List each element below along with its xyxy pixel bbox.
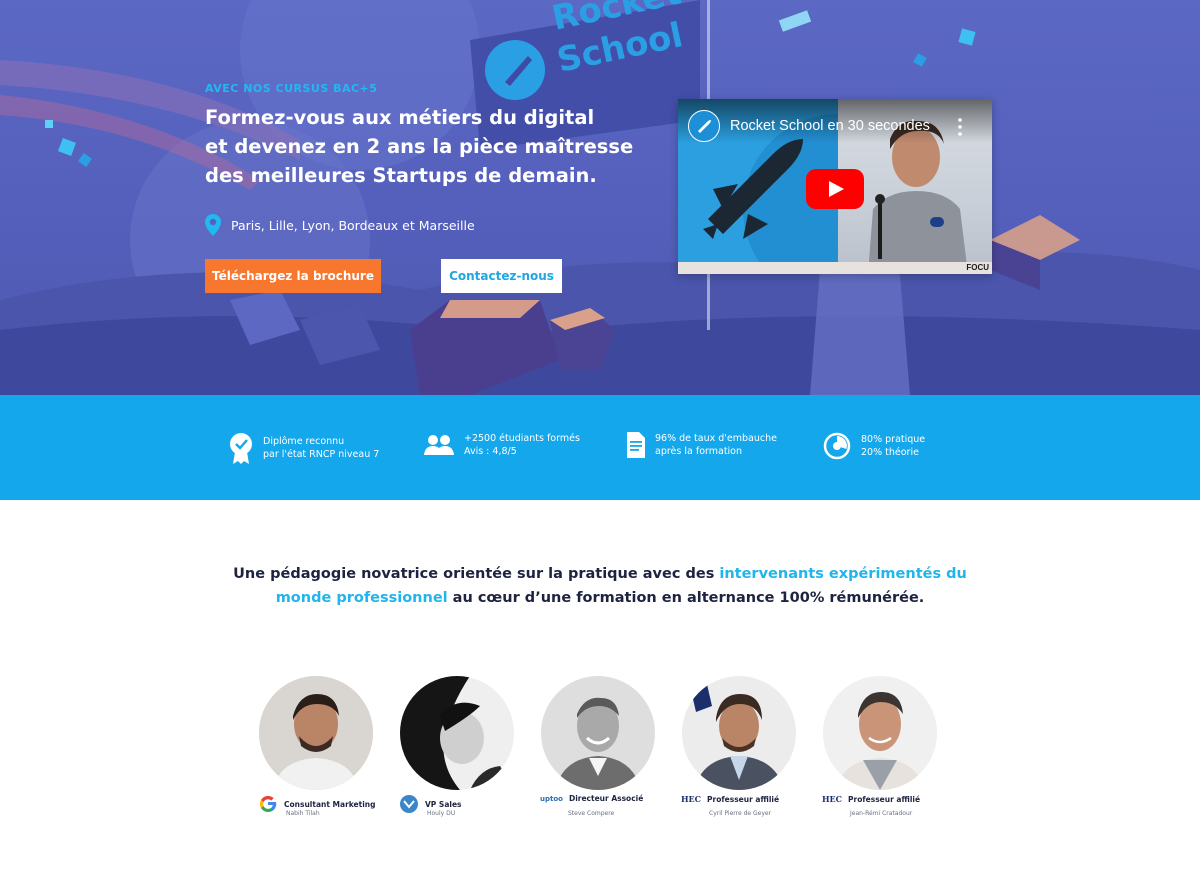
- channel-rocket-icon: [698, 120, 711, 133]
- document-icon: [627, 432, 645, 458]
- speaker-photo[interactable]: [823, 676, 937, 790]
- speaker-name: Cyril Pierre de Geyer: [709, 810, 772, 817]
- video-title[interactable]: Rocket School en 30 secondes: [730, 118, 930, 134]
- location-text: Paris, Lille, Lyon, Bordeaux et Marseill…: [231, 217, 475, 233]
- speaker-card[interactable]: HEC Professeur affilié Jean-Rémi Cratado…: [822, 676, 952, 817]
- avatar: [400, 676, 514, 790]
- speaker-role: VP Sales: [425, 799, 462, 809]
- speaker-photo[interactable]: [259, 676, 373, 790]
- more-options-icon[interactable]: [954, 117, 966, 137]
- pedagogy-highlight-b: monde professionnel: [275, 590, 448, 606]
- avatar: [823, 676, 937, 790]
- uptoo-logo: uptoo: [540, 794, 563, 803]
- google-logo-icon: [259, 795, 277, 812]
- headline-line-2: et devenez en 2 ans la pièce maîtresse: [205, 135, 634, 158]
- stat-diploma-line1: Diplôme reconnu: [263, 436, 345, 447]
- video-corner-tag: FOCU: [966, 263, 989, 272]
- speaker-photo[interactable]: [682, 676, 796, 790]
- stat-students: +2500 étudiants formés Avis : 4,8/5: [424, 432, 580, 458]
- download-brochure-button[interactable]: Téléchargez la brochure: [205, 259, 381, 293]
- video-player[interactable]: Rocket School en 30 secondes FOCU: [678, 99, 992, 274]
- speaker-role: Consultant Marketing: [284, 799, 376, 809]
- speaker-card[interactable]: uptoo Directeur Associé Steve Compere: [540, 676, 670, 817]
- avatar: [682, 676, 796, 790]
- speaker-name: Jean-Rémi Cratadour: [850, 810, 913, 817]
- speaker-name: Houly DU: [427, 810, 456, 817]
- stat-hiring-line2: après la formation: [655, 446, 743, 457]
- video-bottom-strip: [678, 262, 992, 274]
- pedagogy-text-a: Une pédagogie novatrice orientée sur la …: [233, 566, 720, 582]
- hec-logo: HEC: [681, 794, 702, 804]
- contact-button[interactable]: Contactez-nous: [441, 259, 562, 293]
- channel-logo[interactable]: [688, 110, 720, 142]
- stat-students-line1: +2500 étudiants formés: [464, 433, 580, 444]
- headline-line-1: Formez-vous aux métiers du digital: [205, 106, 595, 129]
- avatar: [541, 676, 655, 790]
- stat-practice-line2: 20% théorie: [861, 447, 919, 458]
- stat-hiring: 96% de taux d'embauche après la formatio…: [627, 432, 777, 458]
- speaker-photo[interactable]: [400, 676, 514, 790]
- location-row: Paris, Lille, Lyon, Bordeaux et Marseill…: [205, 214, 475, 236]
- speaker-card[interactable]: VP Sales Houly DU: [399, 676, 529, 817]
- speaker-role: Directeur Associé: [568, 794, 644, 803]
- stat-practice-line1: 80% pratique: [861, 434, 926, 445]
- speaker-name: Nabih Tilah: [286, 810, 320, 817]
- speaker-card[interactable]: Consultant Marketing Nabih Tilah: [258, 676, 388, 817]
- pie-chart-icon: [823, 432, 851, 460]
- stats-bar: Diplôme reconnu par l'état RNCP niveau 7…: [0, 395, 1200, 500]
- company-logo-icon: [400, 795, 418, 813]
- stat-practice: 80% pratique 20% théorie: [823, 432, 925, 460]
- stat-hiring-line1: 96% de taux d'embauche: [655, 433, 777, 444]
- pedagogy-highlight-a: intervenants expérimentés du: [719, 566, 967, 582]
- stat-diploma-line2: par l'état RNCP niveau 7: [263, 449, 380, 460]
- pedagogy-line-1: Une pédagogie novatrice orientée sur la …: [200, 562, 1000, 586]
- certificate-icon: [230, 433, 252, 464]
- speaker-role: Professeur affilié: [707, 794, 780, 804]
- pedagogy-statement: Une pédagogie novatrice orientée sur la …: [200, 562, 1000, 610]
- stat-students-line2: Avis : 4,8/5: [464, 446, 517, 457]
- hero-text-block: AVEC NOS CURSUS BAC+5 Formez-vous aux mé…: [205, 82, 645, 190]
- avatar: [259, 676, 373, 790]
- hero-kicker: AVEC NOS CURSUS BAC+5: [205, 82, 378, 95]
- hero-section: Rocket School AVEC NOS CURSUS BAC+5 Form…: [0, 0, 1200, 395]
- play-button-icon[interactable]: [806, 169, 864, 209]
- speaker-name: Steve Compere: [568, 810, 615, 817]
- pedagogy-line-2: monde professionnel au cœur d’une format…: [200, 586, 1000, 610]
- hero-headline: Formez-vous aux métiers du digital et de…: [205, 103, 645, 190]
- speaker-photo[interactable]: [541, 676, 655, 790]
- map-pin-icon: [205, 214, 221, 236]
- headline-line-3: des meilleures Startups de demain.: [205, 164, 597, 187]
- speaker-role: Professeur affilié: [848, 794, 921, 804]
- stat-diploma: Diplôme reconnu par l'état RNCP niveau 7: [229, 432, 379, 464]
- hero-illustration: Rocket School: [0, 0, 1200, 395]
- students-icon: [424, 435, 454, 455]
- speaker-card[interactable]: HEC Professeur affilié Cyril Pierre de G…: [681, 676, 811, 817]
- hec-logo: HEC: [822, 794, 843, 804]
- pedagogy-text-b: au cœur d’une formation en alternance 10…: [447, 590, 925, 606]
